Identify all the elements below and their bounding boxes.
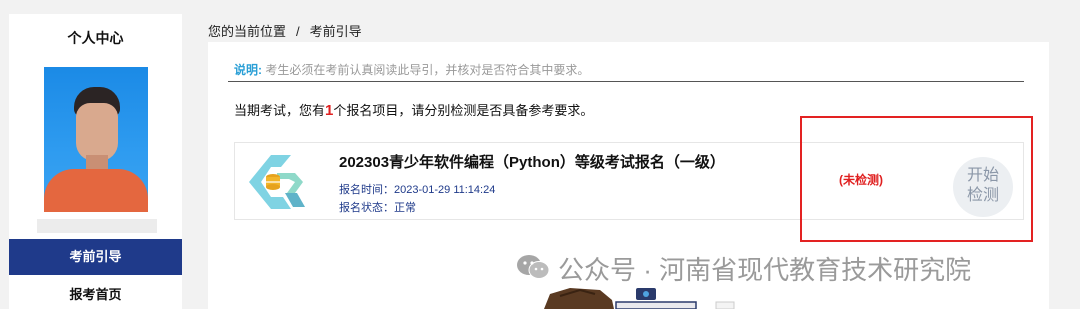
blurred-name	[37, 219, 157, 233]
notice-text: 考生必须在考前认真阅读此导引，并核对是否符合其中要求。	[265, 63, 590, 77]
divider	[228, 81, 1024, 82]
watermark-text: 公众号 · 河南省现代教育技术研究院	[558, 255, 972, 285]
registration-time-label: 报名时间：	[339, 184, 394, 196]
sidebar-item-exam-guide[interactable]: 考前引导	[9, 239, 182, 275]
wechat-icon	[517, 255, 550, 279]
notice: 说明: 考生必须在考前认真阅读此导引，并核对是否符合其中要求。	[234, 61, 589, 78]
highlight-box	[800, 116, 1033, 242]
breadcrumb-prefix: 您的当前位置	[208, 24, 287, 39]
summary-text: 当期考试，您有1个报名项目，请分别检测是否具备参考要求。	[234, 100, 593, 119]
sidebar-item-registration-home[interactable]: 报考首页	[9, 284, 182, 303]
notice-label: 说明:	[234, 63, 262, 77]
sidebar-title: 个人中心	[67, 30, 124, 46]
avatar	[44, 67, 148, 212]
exam-logo-icon	[249, 155, 305, 209]
registration-time: 报名时间：2023-01-29 11:14:24	[339, 181, 495, 197]
registration-status-value: 正常	[394, 202, 416, 214]
summary-after: 个报名项目，请分别检测是否具备参考要求。	[333, 103, 594, 118]
summary-before: 当期考试，您有	[234, 103, 326, 118]
registration-status-label: 报名状态：	[339, 202, 394, 214]
cartoon-illustration	[544, 288, 735, 309]
breadcrumb-current: 考前引导	[309, 24, 362, 39]
registration-status: 报名状态：正常	[339, 199, 416, 215]
exam-title: 202303青少年软件编程（Python）等级考试报名（一级）	[339, 154, 725, 171]
breadcrumb: 您的当前位置 / 考前引导	[208, 21, 362, 40]
breadcrumb-separator: /	[296, 24, 300, 39]
registration-time-value: 2023-01-29 11:14:24	[394, 184, 496, 196]
sidebar: 个人中心 考前引导 报考首页	[9, 14, 182, 309]
